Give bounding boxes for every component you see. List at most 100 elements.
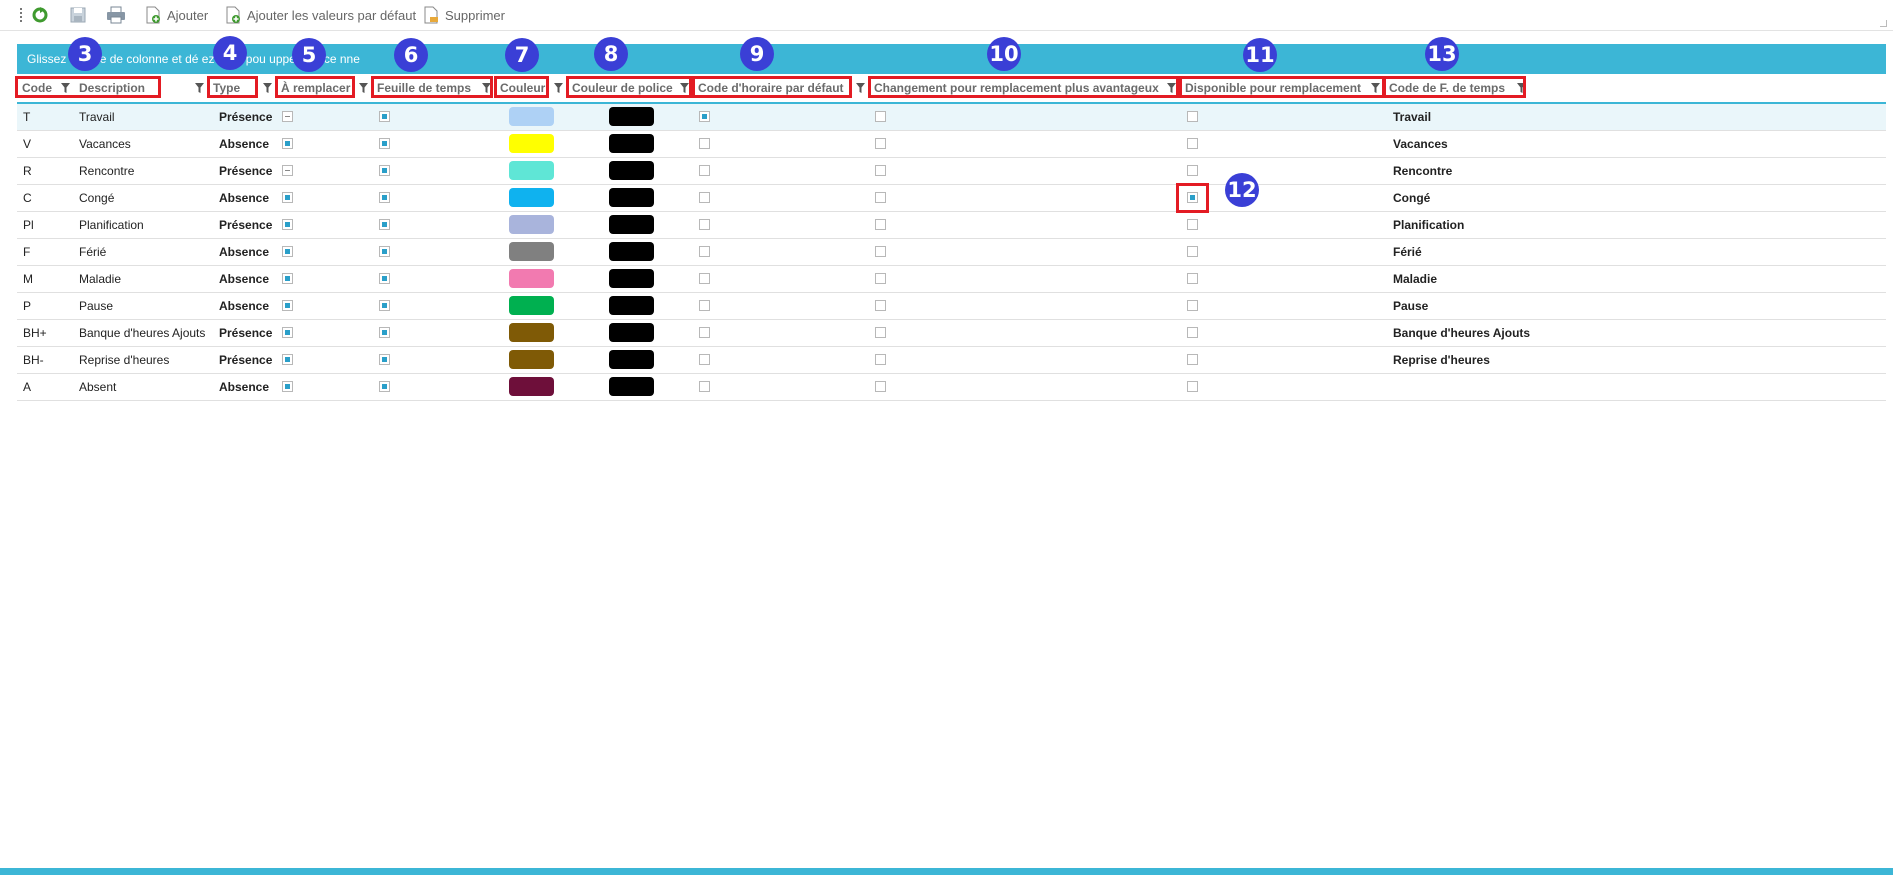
disponible-checkbox[interactable] — [1187, 300, 1198, 311]
color-swatch[interactable] — [509, 188, 554, 207]
code-horaire-checkbox[interactable] — [699, 192, 710, 203]
changement-checkbox[interactable] — [875, 111, 886, 122]
delete-button[interactable]: Supprimer — [422, 5, 505, 25]
color-swatch[interactable] — [509, 107, 554, 126]
table-row[interactable]: A Absent Absence — [17, 374, 1886, 401]
code-horaire-checkbox[interactable] — [699, 138, 710, 149]
header-code-horaire[interactable]: Code d'horaire par défaut — [693, 74, 849, 102]
changement-checkbox[interactable] — [875, 273, 886, 284]
table-row[interactable]: R Rencontre Présence Rencontre — [17, 158, 1886, 185]
disponible-checkbox[interactable] — [1187, 138, 1198, 149]
add-button[interactable]: Ajouter — [144, 5, 208, 25]
table-row[interactable]: T Travail Présence Travail — [17, 104, 1886, 131]
header-couleur[interactable]: Couleur — [495, 74, 550, 102]
a-remplacer-checkbox[interactable] — [282, 219, 293, 230]
disponible-checkbox[interactable] — [1187, 327, 1198, 338]
color-swatch[interactable] — [509, 215, 554, 234]
disponible-checkbox[interactable] — [1187, 111, 1198, 122]
table-row[interactable]: C Congé Absence Congé — [17, 183, 1886, 213]
a-remplacer-checkbox[interactable] — [282, 111, 293, 122]
table-row[interactable]: BH+ Banque d'heures Ajouts Présence Banque … — [17, 320, 1886, 347]
save-button[interactable] — [69, 5, 87, 25]
a-remplacer-checkbox[interactable] — [282, 381, 293, 392]
filter-icon[interactable] — [61, 83, 70, 93]
code-horaire-checkbox[interactable] — [699, 327, 710, 338]
changement-checkbox[interactable] — [875, 138, 886, 149]
table-row[interactable]: F Férié Absence Férié — [17, 239, 1886, 266]
disponible-checkbox[interactable] — [1187, 219, 1198, 230]
code-horaire-checkbox[interactable] — [699, 300, 710, 311]
resize-grip[interactable] — [1880, 20, 1887, 27]
a-remplacer-checkbox[interactable] — [282, 300, 293, 311]
table-row[interactable]: M Maladie Absence Maladie — [17, 266, 1886, 293]
feuille-de-temps-checkbox[interactable] — [379, 273, 390, 284]
font-color-swatch[interactable] — [609, 269, 654, 288]
code-horaire-checkbox[interactable] — [699, 246, 710, 257]
font-color-swatch[interactable] — [609, 323, 654, 342]
color-swatch[interactable] — [509, 323, 554, 342]
header-changement[interactable]: Changement pour remplacement plus avanta… — [869, 74, 1164, 102]
filter-icon[interactable] — [482, 83, 491, 93]
changement-checkbox[interactable] — [875, 165, 886, 176]
filter-icon[interactable] — [554, 83, 563, 93]
header-couleur-de-police[interactable]: Couleur de police — [567, 74, 678, 102]
color-swatch[interactable] — [509, 269, 554, 288]
header-feuille-de-temps[interactable]: Feuille de temps — [372, 74, 476, 102]
color-swatch[interactable] — [509, 242, 554, 261]
header-type[interactable]: Type — [208, 74, 245, 102]
font-color-swatch[interactable] — [609, 242, 654, 261]
feuille-de-temps-checkbox[interactable] — [379, 192, 390, 203]
feuille-de-temps-checkbox[interactable] — [379, 354, 390, 365]
color-swatch[interactable] — [509, 296, 554, 315]
feuille-de-temps-checkbox[interactable] — [379, 381, 390, 392]
changement-checkbox[interactable] — [875, 246, 886, 257]
header-disponible[interactable]: Disponible pour remplacement — [1180, 74, 1366, 102]
toolbar-grip[interactable] — [20, 8, 24, 22]
table-row[interactable]: V Vacances Absence Vacances — [17, 131, 1886, 158]
code-horaire-checkbox[interactable] — [699, 354, 710, 365]
font-color-swatch[interactable] — [609, 350, 654, 369]
header-description[interactable]: Description — [74, 74, 150, 102]
feuille-de-temps-checkbox[interactable] — [379, 165, 390, 176]
code-horaire-checkbox[interactable] — [699, 111, 710, 122]
code-horaire-checkbox[interactable] — [699, 381, 710, 392]
header-code-ft[interactable]: Code de F. de temps — [1384, 74, 1510, 102]
filter-icon[interactable] — [1517, 83, 1526, 93]
changement-checkbox[interactable] — [875, 300, 886, 311]
a-remplacer-checkbox[interactable] — [282, 354, 293, 365]
table-row[interactable]: BH- Reprise d'heures Présence Reprise d'heu… — [17, 347, 1886, 374]
add-defaults-button[interactable]: Ajouter les valeurs par défaut — [224, 5, 416, 25]
code-horaire-checkbox[interactable] — [699, 273, 710, 284]
a-remplacer-checkbox[interactable] — [282, 246, 293, 257]
header-a-remplacer[interactable]: À remplacer — [276, 74, 355, 102]
a-remplacer-checkbox[interactable] — [282, 273, 293, 284]
font-color-swatch[interactable] — [609, 188, 654, 207]
filter-icon[interactable] — [263, 83, 272, 93]
feuille-de-temps-checkbox[interactable] — [379, 327, 390, 338]
disponible-checkbox[interactable] — [1187, 354, 1198, 365]
code-horaire-checkbox[interactable] — [699, 165, 710, 176]
color-swatch[interactable] — [509, 161, 554, 180]
a-remplacer-checkbox[interactable] — [282, 165, 293, 176]
a-remplacer-checkbox[interactable] — [282, 138, 293, 149]
code-horaire-checkbox[interactable] — [699, 219, 710, 230]
feuille-de-temps-checkbox[interactable] — [379, 300, 390, 311]
font-color-swatch[interactable] — [609, 134, 654, 153]
print-button[interactable] — [106, 5, 126, 25]
font-color-swatch[interactable] — [609, 296, 654, 315]
header-code[interactable]: Code — [17, 74, 57, 102]
filter-icon[interactable] — [1167, 83, 1176, 93]
disponible-checkbox[interactable] — [1187, 381, 1198, 392]
color-swatch[interactable] — [509, 377, 554, 396]
feuille-de-temps-checkbox[interactable] — [379, 246, 390, 257]
filter-icon[interactable] — [856, 83, 865, 93]
changement-checkbox[interactable] — [875, 354, 886, 365]
a-remplacer-checkbox[interactable] — [282, 327, 293, 338]
font-color-swatch[interactable] — [609, 161, 654, 180]
color-swatch[interactable] — [509, 350, 554, 369]
font-color-swatch[interactable] — [609, 215, 654, 234]
filter-icon[interactable] — [680, 83, 689, 93]
filter-icon[interactable] — [1371, 83, 1380, 93]
changement-checkbox[interactable] — [875, 219, 886, 230]
disponible-checkbox[interactable] — [1187, 273, 1198, 284]
